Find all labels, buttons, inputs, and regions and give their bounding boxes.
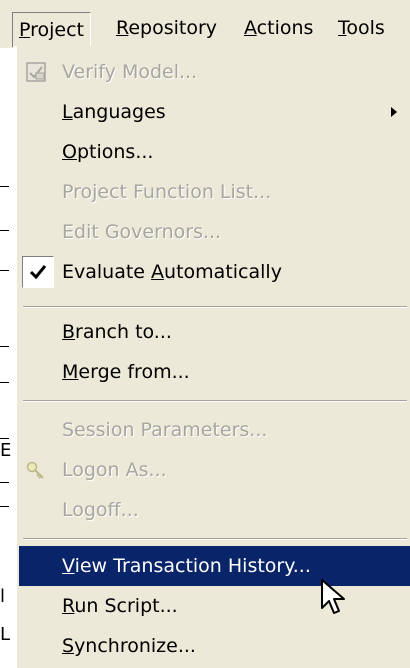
background-fragment [0,482,9,483]
menu-item-synchronize[interactable]: Synchronize... [19,626,410,666]
menu-repository[interactable]: Repository [116,15,217,41]
menu-item-label: Session Parameters... [62,419,268,441]
background-fragment [0,270,9,271]
menu-item-label: Branch to... [62,321,172,343]
project-dropdown-menu: Verify Model... Languages Options... Pro… [14,46,410,668]
menu-item-label: Evaluate Automatically [62,261,282,283]
menu-item-label: Run Script... [62,595,178,617]
menu-item-label: Verify Model... [62,61,198,83]
background-fragment [0,346,9,347]
menu-separator [23,400,407,402]
verify-model-icon [26,62,46,82]
menu-item-label: Synchronize... [62,635,196,657]
background-text-fragment: L [0,624,11,645]
check-gutter [22,256,54,288]
menu-separator [23,538,407,540]
menu-item-label: Languages [62,101,166,123]
mouse-pointer-icon [321,579,345,614]
background-fragment [0,230,9,231]
menu-item-label: View Transaction History... [62,555,311,577]
menu-item-logoff[interactable]: Logoff... [19,490,410,530]
background-fragment [0,186,9,187]
menu-item-logon-as[interactable]: Logon As... [19,450,410,490]
submenu-arrow-icon [391,107,397,117]
menu-item-label: Logoff... [62,499,139,521]
menu-item-verify-model[interactable]: Verify Model... [19,52,410,92]
menu-item-label: Project Function List... [62,181,272,203]
menu-tools[interactable]: Tools [338,15,385,41]
menu-item-options[interactable]: Options... [19,132,410,172]
background-fragment [0,438,9,439]
menu-project[interactable]: Project [12,12,92,47]
menu-item-label: Logon As... [62,459,167,481]
menu-item-label: Options... [62,141,154,163]
menu-item-label: Merge from... [62,361,190,383]
menu-item-run-script[interactable]: Run Script... [19,586,410,626]
menu-actions[interactable]: Actions [244,15,313,41]
menu-bar: Project Repository Actions Tools [0,0,410,48]
menu-separator [23,306,407,308]
background-window-edge: E l L [0,48,14,668]
menu-item-edit-governors[interactable]: Edit Governors... [19,212,410,252]
background-fragment [0,506,9,507]
background-fragment [0,382,9,383]
menu-item-session-parameters[interactable]: Session Parameters... [19,410,410,450]
menu-item-branch-to[interactable]: Branch to... [19,312,410,352]
key-icon [26,461,44,479]
menu-item-view-transaction-history[interactable]: View Transaction History... [19,546,410,586]
menu-item-languages[interactable]: Languages [19,92,410,132]
background-text-fragment: E [0,440,12,461]
background-text-fragment: l [0,586,6,607]
menu-item-label: Edit Governors... [62,221,222,243]
checkmark-icon [29,265,47,280]
menu-item-project-function-list[interactable]: Project Function List... [19,172,410,212]
menu-item-evaluate-automatically[interactable]: Evaluate Automatically [19,252,410,292]
menu-item-merge-from[interactable]: Merge from... [19,352,410,392]
